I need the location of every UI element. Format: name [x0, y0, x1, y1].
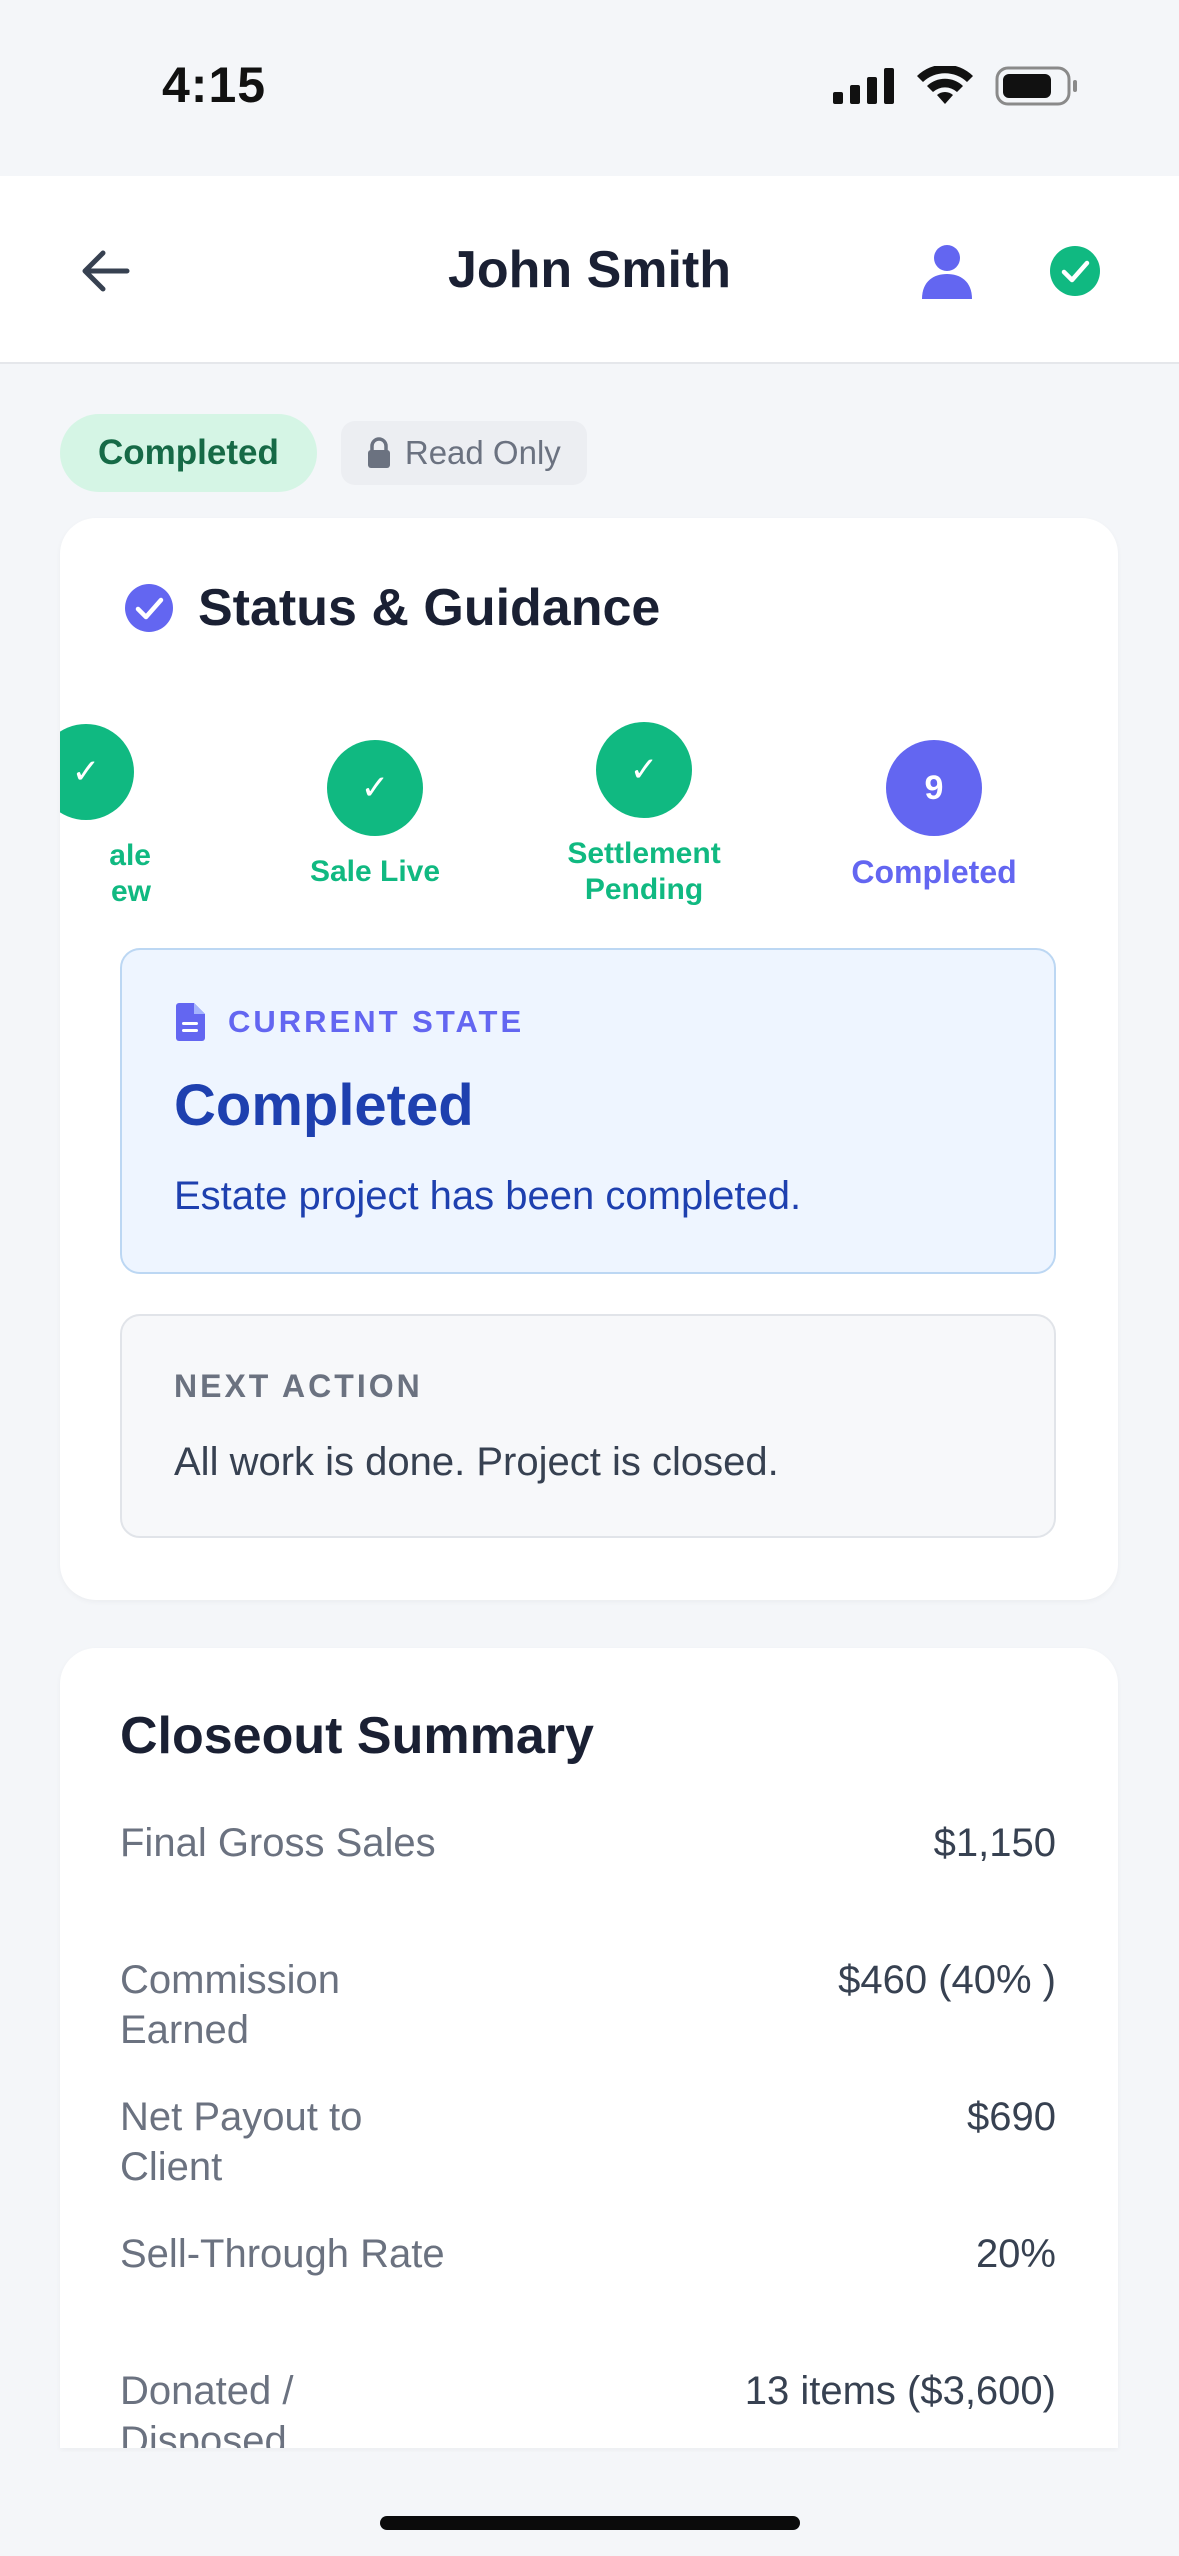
- lock-icon: [367, 437, 390, 468]
- step-check-icon: ✓: [327, 740, 423, 836]
- summary-row: Final Gross Sales $1,150: [120, 1818, 1056, 1955]
- step-sale-live[interactable]: ✓ Sale Live: [255, 740, 495, 890]
- summary-value: 13 items ($3,600): [744, 2369, 1056, 2413]
- status-badges: Completed Read Only: [60, 414, 587, 492]
- summary-label: Donated / Disposed: [120, 2369, 294, 2448]
- status-badge-completed: Completed: [60, 414, 317, 492]
- step-sale-review[interactable]: ✓ ale ew: [60, 724, 206, 910]
- step-check-icon: ✓: [60, 724, 134, 820]
- step-label: Sale Live: [309, 855, 441, 888]
- current-state-title: Completed: [174, 1073, 474, 1138]
- next-action-label: NEXT ACTION: [174, 1368, 423, 1404]
- step-number: 9: [886, 740, 982, 836]
- current-state-panel: CURRENT STATE Completed Estate project h…: [120, 948, 1056, 1274]
- user-icon: [922, 245, 972, 299]
- summary-row: Net Payout to Client $690: [120, 2092, 1056, 2229]
- page-title: John Smith: [447, 241, 732, 299]
- closeout-summary-list: Final Gross Sales $1,150 Commission Earn…: [120, 1818, 1056, 2448]
- closeout-summary-card: Closeout Summary Final Gross Sales $1,15…: [60, 1648, 1118, 2448]
- status-guidance-title: Status & Guidance: [198, 579, 661, 637]
- wifi-icon: [917, 66, 973, 104]
- check-circle-icon: [1050, 246, 1100, 296]
- app-header: John Smith: [0, 176, 1179, 364]
- current-state-label: CURRENT STATE: [228, 1004, 525, 1039]
- status-icons: [833, 66, 1079, 106]
- summary-label: Sell-Through Rate: [120, 2232, 445, 2276]
- summary-row: Commission Earned $460 (40% ): [120, 1955, 1056, 2092]
- step-completed[interactable]: 9 Completed: [814, 740, 1054, 890]
- check-badge-icon: [125, 584, 173, 632]
- closeout-summary-title: Closeout Summary: [120, 1707, 594, 1765]
- complete-status-button[interactable]: [1040, 236, 1110, 306]
- summary-value: $1,150: [933, 1821, 1056, 1865]
- bottom-safe-area: [0, 2452, 1179, 2556]
- home-indicator[interactable]: [380, 2516, 800, 2530]
- step-label: Completed: [851, 854, 1017, 890]
- summary-label: Commission Earned: [120, 1958, 341, 2052]
- summary-row: Sell-Through Rate 20%: [120, 2229, 1056, 2366]
- next-action-text: All work is done. Project is closed.: [174, 1440, 779, 1484]
- battery-icon: [995, 66, 1077, 106]
- current-state-label-row: CURRENT STATE: [174, 1002, 524, 1042]
- step-settlement-pending[interactable]: ✓ Settlement Pending: [524, 722, 764, 908]
- summary-value: $460 (40% ): [838, 1958, 1056, 2002]
- status-bar: 4:15: [0, 0, 1179, 176]
- document-icon: [176, 1003, 205, 1041]
- progress-stepper[interactable]: ✓ ale ew ✓ Sale Live ✓ Settlement Pendin…: [60, 698, 1118, 918]
- status-time: 4:15: [162, 57, 267, 113]
- read-only-label: Read Only: [404, 434, 561, 471]
- step-label: ale ew: [109, 839, 151, 908]
- summary-label: Final Gross Sales: [120, 1821, 436, 1865]
- read-only-badge: Read Only: [340, 421, 587, 485]
- step-check-icon: ✓: [596, 722, 692, 818]
- step-label: Settlement Pending: [567, 837, 721, 906]
- status-guidance-card: Status & Guidance ✓ ale ew ✓ Sale Live ✓…: [60, 518, 1118, 1600]
- client-profile-button[interactable]: [912, 236, 982, 306]
- summary-row: Donated / Disposed 13 items ($3,600): [120, 2366, 1056, 2448]
- current-state-description: Estate project has been completed.: [174, 1174, 802, 1218]
- cellular-signal-icon: [833, 68, 894, 104]
- next-action-panel: NEXT ACTION All work is done. Project is…: [120, 1314, 1056, 1538]
- summary-value: 20%: [975, 2232, 1056, 2276]
- summary-value: $690: [967, 2095, 1056, 2139]
- status-guidance-header: Status & Guidance: [124, 578, 660, 638]
- summary-label: Net Payout to Client: [120, 2095, 363, 2189]
